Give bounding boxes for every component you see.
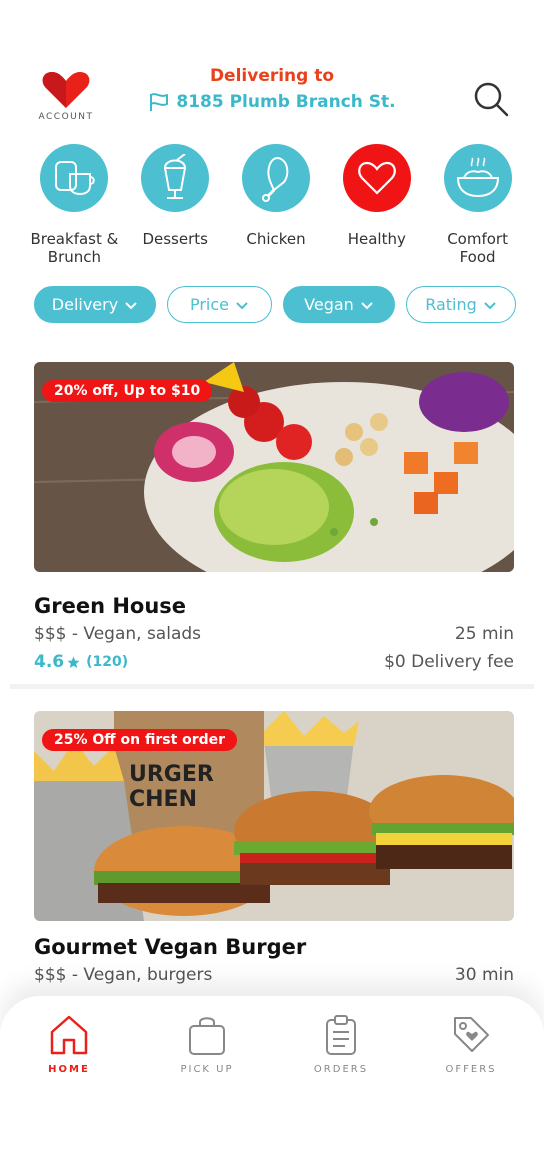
nav-orders[interactable]: ORDERS (286, 1014, 396, 1075)
address-text: 8185 Plumb Branch St. (176, 92, 396, 112)
category-chicken[interactable]: Chicken (226, 144, 327, 266)
category-circle (141, 144, 210, 212)
category-label: Comfort Food (447, 230, 508, 266)
section-divider (10, 684, 534, 689)
restaurant-name: Green House (34, 594, 187, 618)
category-label: Healthy (347, 230, 406, 248)
restaurant-meta-row: $$$ - Vegan, burgers 30 min (34, 965, 514, 985)
restaurant-photo: URGER CHEN 25% Off on first order (34, 711, 514, 921)
svg-text:CHEN: CHEN (129, 787, 197, 812)
category-label: Chicken (246, 230, 306, 248)
clipboard-icon (326, 1015, 356, 1055)
app-header: ACCOUNT Delivering to 8185 Plumb Branch … (0, 60, 544, 130)
category-circle (241, 144, 310, 212)
delivery-time: 30 min (454, 965, 514, 985)
restaurant-card[interactable]: URGER CHEN 25% Off on first order Gourme… (34, 711, 514, 985)
filter-label: Delivery (51, 295, 119, 314)
nav-pick-up[interactable]: PICK UP (152, 1014, 262, 1075)
address-selector[interactable]: 8185 Plumb Branch St. (148, 92, 396, 112)
nav-offers[interactable]: OFFERS (416, 1014, 526, 1075)
nav-label: ORDERS (313, 1064, 369, 1075)
bottom-navigation: HOME PICK UP ORDERS OFFERS (0, 996, 544, 1153)
tag-icon (454, 1017, 489, 1052)
filter-label: Rating (425, 295, 477, 314)
category-desserts[interactable]: Desserts (125, 144, 226, 266)
price-and-tags: $$$ - Vegan, burgers (34, 965, 213, 985)
delivery-fee: $0 Delivery fee (384, 652, 514, 672)
delivery-time: 25 min (454, 624, 514, 644)
category-label: Breakfast & Brunch (30, 230, 119, 266)
filter-delivery[interactable]: Delivery (34, 286, 156, 323)
delivery-location[interactable]: Delivering to 8185 Plumb Branch St. (0, 66, 544, 116)
price-and-tags: $$$ - Vegan, salads (34, 624, 202, 644)
home-icon (50, 1015, 88, 1055)
filter-row: Delivery Price Vegan Rating (34, 286, 516, 323)
rating-count: (120) (86, 654, 129, 670)
drumstick-icon (261, 156, 289, 202)
heart-icon (357, 161, 396, 195)
shopping-bag-icon (189, 1017, 225, 1055)
restaurant-meta-row: $$$ - Vegan, salads 25 min (34, 624, 514, 644)
filter-vegan[interactable]: Vegan (283, 286, 395, 323)
category-circle (40, 144, 109, 212)
nav-label: HOME (48, 1064, 90, 1075)
filter-label: Vegan (304, 295, 354, 314)
nav-label: PICK UP (180, 1064, 234, 1075)
flag-icon (150, 93, 169, 111)
restaurant-card[interactable]: 20% off, Up to $10 Green House $$$ - Veg… (34, 362, 514, 672)
chevron-down-icon (484, 301, 496, 309)
promo-badge: 20% off, Up to $10 (42, 380, 213, 402)
restaurant-rating-row: 4.6 (120) $0 Delivery fee (34, 652, 514, 672)
delivering-to-label: Delivering to (209, 66, 335, 86)
svg-text:URGER: URGER (129, 762, 214, 787)
chevron-down-icon (236, 301, 248, 309)
filter-rating[interactable]: Rating (406, 286, 516, 323)
nav-home[interactable]: HOME (14, 1014, 124, 1075)
nav-label: OFFERS (445, 1064, 497, 1075)
restaurant-name: Gourmet Vegan Burger (34, 935, 307, 959)
category-circle (443, 144, 512, 212)
rating: 4.6 (120) (34, 652, 128, 672)
bowl-icon (456, 157, 499, 198)
filter-price[interactable]: Price (167, 286, 272, 323)
search-button[interactable] (472, 80, 510, 118)
milkshake-icon (164, 154, 187, 199)
search-icon (474, 82, 509, 117)
breakfast-icon (55, 161, 96, 196)
category-circle-active (342, 144, 411, 212)
category-row: Breakfast & Brunch Desserts Chicken Heal… (24, 144, 528, 266)
category-comfort-food[interactable]: Comfort Food (427, 144, 528, 266)
category-healthy[interactable]: Healthy (326, 144, 427, 266)
filter-label: Price (189, 295, 230, 314)
star-icon (67, 656, 80, 668)
restaurant-photo: 20% off, Up to $10 (34, 362, 514, 572)
promo-badge: 25% Off on first order (42, 729, 238, 751)
category-breakfast[interactable]: Breakfast & Brunch (24, 144, 125, 266)
rating-value: 4.6 (34, 652, 65, 672)
chevron-down-icon (125, 301, 137, 309)
chevron-down-icon (361, 301, 373, 309)
category-label: Desserts (142, 230, 208, 248)
